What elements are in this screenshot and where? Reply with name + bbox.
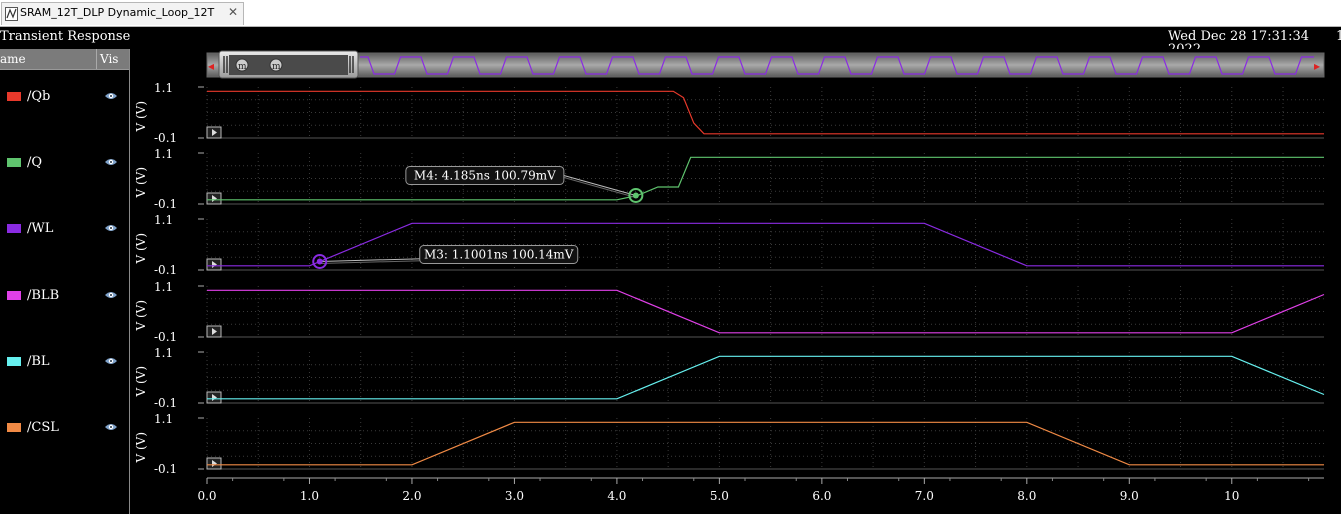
strip-blb: 1.1 -0.1 V (V) (134, 280, 1325, 344)
marker-layer: M4: 4.185ns 100.79mV M3: 1.1001ns 100.14m… (312, 165, 644, 269)
overview-scrollbar[interactable]: ◂ ▸ m m (206, 50, 1325, 79)
x-tick-label: 10 (1224, 489, 1239, 503)
marker-leader-shadow (563, 176, 637, 198)
y-tick-label-bottom: -0.1 (154, 462, 177, 476)
x-tick-label: 6.0 (812, 489, 831, 503)
y-tick-label-top: 1.1 (154, 213, 173, 227)
marker-label: M3: 1.1001ns 100.14mV (424, 247, 574, 261)
strip-expand-icon[interactable] (206, 391, 222, 404)
x-tick-label: 2.0 (402, 489, 421, 503)
marker-m4-overview-glyph: m (272, 62, 281, 72)
strip-expand-icon[interactable] (206, 258, 222, 271)
scrollbar-handle[interactable]: m m (218, 50, 359, 79)
waveform-plot[interactable]: ◂ ▸ m m 1.1 -0.1 V (V) 1.1 -0.1 V (V) 1.1 -0.1 V… (0, 0, 1341, 514)
waveform-strips: 1.1 -0.1 V (V) 1.1 -0.1 V (V) 1.1 -0.1 V (V) 1.1 -… (134, 81, 1325, 476)
marker-m4[interactable]: M4: 4.185ns 100.79mV (405, 165, 644, 203)
y-axis-label: V (V) (134, 300, 148, 332)
marker-dot-icon (632, 192, 639, 199)
x-tick-label: 1.0 (300, 489, 319, 503)
y-tick-label-bottom: -0.1 (154, 330, 177, 344)
strip-qb: 1.1 -0.1 V (V) (134, 81, 1324, 145)
x-tick-label: 9.0 (1120, 489, 1139, 503)
strip-expand-icon[interactable] (206, 126, 222, 139)
x-tick-label: 8.0 (1017, 489, 1036, 503)
x-tick-label: 3.0 (505, 489, 524, 503)
marker-dot-icon (316, 258, 323, 265)
scroll-left-arrow[interactable]: ◂ (208, 59, 214, 73)
x-axis: 0.0 1.0 2.0 3.0 4.0 5.0 6.0 7.0 8.0 9.0 10 (197, 477, 1324, 503)
y-tick-label-bottom: -0.1 (154, 396, 177, 410)
y-tick-label-top: 1.1 (154, 412, 173, 426)
x-tick-label: 7.0 (915, 489, 934, 503)
y-tick-label-bottom: -0.1 (154, 131, 177, 145)
y-tick-label-top: 1.1 (154, 346, 173, 360)
marker-label: M4: 4.185ns 100.79mV (414, 168, 556, 182)
y-axis-label: V (V) (134, 432, 148, 464)
y-tick-label-top: 1.1 (154, 81, 173, 95)
marker-m3[interactable]: M3: 1.1001ns 100.14mV (312, 244, 579, 269)
strip-wl: 1.1 -0.1 V (V) (134, 213, 1324, 277)
series-line-csl (207, 421, 1324, 466)
series-line-qb (207, 90, 1324, 135)
series-line-wl (207, 222, 1324, 267)
marker-m3-overview-glyph: m (238, 62, 247, 72)
series-line-q (207, 156, 1324, 201)
y-axis-label: V (V) (134, 233, 148, 265)
strip-csl: 1.1 -0.1 V (V) (134, 412, 1324, 476)
series-line-blb (207, 289, 1325, 334)
strip-expand-icon[interactable] (206, 457, 222, 470)
y-tick-label-top: 1.1 (154, 147, 173, 161)
y-axis-label: V (V) (134, 366, 148, 398)
y-tick-label-bottom: -0.1 (154, 197, 177, 211)
strip-bl: 1.1 -0.1 V (V) (134, 346, 1325, 410)
x-tick-label: 4.0 (607, 489, 626, 503)
x-tick-label: 0.0 (197, 489, 216, 503)
strip-expand-icon[interactable] (206, 325, 222, 338)
strip-expand-icon[interactable] (206, 192, 222, 205)
y-axis-label: V (V) (134, 167, 148, 199)
y-axis-label: V (V) (134, 101, 148, 133)
y-tick-label-top: 1.1 (154, 280, 173, 294)
y-tick-label-bottom: -0.1 (154, 263, 177, 277)
x-tick-label: 5.0 (710, 489, 729, 503)
series-line-bl (207, 355, 1325, 400)
strip-q: 1.1 -0.1 V (V) (134, 147, 1324, 211)
scroll-right-arrow[interactable]: ▸ (1314, 59, 1320, 73)
